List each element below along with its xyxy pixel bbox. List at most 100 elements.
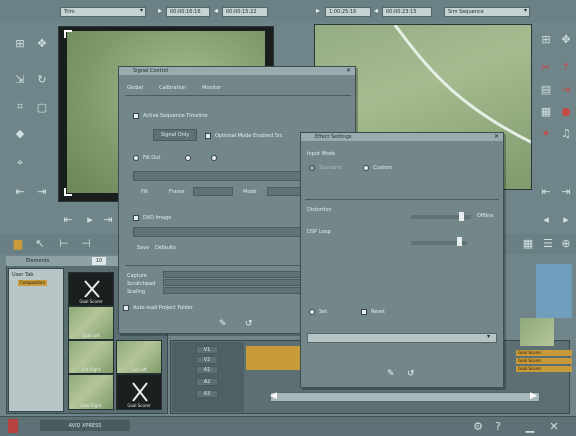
tree-item-user-tab[interactable]: User Tab [12, 272, 33, 278]
frame-field[interactable] [193, 187, 233, 196]
optional-mode-checkbox[interactable] [205, 133, 211, 139]
set-radio-row[interactable]: Set [309, 309, 327, 315]
right-out-icon[interactable]: ◂ [374, 6, 378, 15]
step-forward-icon[interactable]: ⇥ [34, 184, 50, 198]
overwrite-icon[interactable]: ▤ [538, 82, 554, 96]
reset-checkbox[interactable] [361, 309, 367, 315]
edit-icon[interactable]: ✎ [387, 369, 395, 379]
right-out-timecode[interactable]: 00:00:23:15 [382, 7, 432, 17]
dvd-image-row[interactable]: DVD Image [133, 215, 171, 221]
jog-back-icon[interactable]: ⇤ [60, 212, 76, 226]
fill-out-row[interactable]: Fill Out [133, 155, 160, 161]
bin-thumbnail[interactable]: Cut Right [68, 340, 114, 374]
timeline-clip-label[interactable]: Goal Scorer [516, 366, 572, 372]
settings-icon[interactable]: ⚙ [470, 419, 486, 433]
scissors-icon[interactable]: ✂ [538, 60, 554, 74]
right-in-icon[interactable]: ▸ [316, 6, 320, 15]
monitor-corner-handle-icon[interactable] [64, 188, 72, 196]
effect-select[interactable] [307, 333, 497, 343]
track-a3[interactable]: A3 [196, 390, 218, 398]
right-in-timecode[interactable]: 1:00:25:16 [325, 7, 371, 17]
bin-thumbnail[interactable]: Goal Right [68, 374, 114, 410]
folder-icon[interactable]: ▆ [10, 236, 26, 250]
mode-select[interactable]: Trim [60, 7, 146, 17]
auto-load-row[interactable]: Auto-load Project Folder [123, 305, 193, 311]
signal-only-button[interactable]: Signal Only [153, 129, 197, 141]
grid-view-icon[interactable]: ▦ [520, 236, 536, 250]
custom-radio[interactable] [363, 165, 369, 171]
scroll-right-icon[interactable]: ▶ [530, 391, 537, 401]
timeline-clip-label[interactable]: Goal Scorer [516, 350, 572, 356]
track-v1[interactable]: V1 [196, 346, 218, 354]
mark-out-icon[interactable]: ◂ [214, 6, 218, 15]
jog-forward-icon[interactable]: ⇥ [100, 212, 116, 226]
step-forward-icon[interactable]: ⇥ [558, 184, 574, 198]
timeline-thumb-clip[interactable] [520, 318, 554, 346]
timeline-clip[interactable] [246, 346, 302, 370]
pan-icon[interactable]: ✥ [558, 32, 574, 46]
distortion-slider-handle[interactable] [459, 212, 464, 221]
mark-icon[interactable]: ⌖ [12, 156, 28, 170]
keyframe-icon[interactable]: ◆ [12, 126, 28, 140]
rotate-icon[interactable]: ↻ [34, 72, 50, 86]
mark-in-timecode[interactable]: 00:00:16:16 [166, 7, 210, 17]
undo-icon[interactable]: ↺ [245, 319, 253, 329]
scroll-left-icon[interactable]: ◀ [270, 391, 277, 401]
app-name-button[interactable]: AVID XPRESS [40, 420, 130, 431]
standard-radio[interactable] [309, 165, 315, 171]
pointer-icon[interactable]: ↖ [32, 236, 48, 250]
minimize-icon[interactable]: ▁ [522, 419, 538, 433]
tc-left-icon[interactable]: ⊣ [78, 236, 94, 250]
custom-radio-row[interactable]: Custom [363, 165, 392, 171]
option-radio[interactable] [211, 155, 217, 161]
tab-monitor[interactable]: Monitor [202, 85, 221, 91]
splice-icon[interactable]: ⇥ [558, 82, 574, 96]
track-v2[interactable]: V2 [196, 356, 218, 364]
timeline-clip-blue[interactable] [536, 264, 572, 318]
timeline-clip-label[interactable]: Goal Scorer [516, 358, 572, 364]
audio-icon[interactable]: ♫ [558, 126, 574, 140]
grid-icon[interactable]: ⊞ [538, 32, 554, 46]
option-radio[interactable] [185, 155, 191, 161]
trim-icon[interactable]: ⊢ [56, 236, 72, 250]
undo-icon[interactable]: ↺ [407, 369, 415, 379]
tab-calibration[interactable]: Calibration [159, 85, 186, 91]
bin-thumbnail[interactable]: Goal Scorer [68, 272, 114, 306]
dialog-close-icon[interactable]: ✕ [346, 67, 351, 74]
close-icon[interactable]: ✕ [546, 419, 562, 433]
sequence-menu[interactable]: Sim Sequence [444, 7, 530, 17]
dialog-close-icon[interactable]: ✕ [494, 133, 499, 140]
dsp-loop-slider-handle[interactable] [457, 237, 462, 246]
bin-thumbnail[interactable]: Goal Left [68, 306, 114, 340]
tab-global[interactable]: Global [127, 85, 143, 91]
match-frame-icon[interactable]: ▦ [538, 104, 554, 118]
help-icon[interactable]: ? [490, 419, 506, 433]
fill-out-radio[interactable] [133, 155, 139, 161]
mark-in-icon[interactable]: ▸ [158, 6, 162, 15]
tree-item-composition[interactable]: Composition [18, 280, 47, 286]
monitor-corner-handle-icon[interactable] [64, 30, 72, 38]
standard-radio-row[interactable]: Standard [309, 165, 342, 171]
effect-icon[interactable]: ✦ [538, 126, 554, 140]
edit-icon[interactable]: ✎ [219, 319, 227, 329]
list-view-icon[interactable]: ☰ [540, 236, 556, 250]
step-back-icon[interactable]: ⇤ [538, 184, 554, 198]
step-back-icon[interactable]: ⇤ [12, 184, 28, 198]
dvd-image-checkbox[interactable] [133, 215, 139, 221]
auto-load-checkbox[interactable] [123, 305, 129, 311]
timeline-scrollbar[interactable] [270, 392, 540, 402]
play-icon[interactable]: ▸ [82, 212, 98, 226]
crop-icon[interactable]: ⌗ [12, 100, 28, 114]
active-sequence-checkbox[interactable] [133, 113, 139, 119]
track-a2[interactable]: A2 [196, 378, 218, 386]
record-icon[interactable]: ● [558, 104, 574, 118]
set-radio[interactable] [309, 309, 315, 315]
border-icon[interactable]: ▢ [34, 100, 50, 114]
pan-icon[interactable]: ✥ [34, 36, 50, 50]
active-sequence-row[interactable]: Active Sequence Timeline [133, 113, 208, 119]
reset-radio-row[interactable]: Reset [361, 309, 385, 315]
bin-thumbnail[interactable]: Goal Scorer [116, 374, 162, 410]
bin-thumbnail[interactable]: Cut Left [116, 340, 162, 374]
grid-icon[interactable]: ⊞ [12, 36, 28, 50]
zoom-icon[interactable]: ⊕ [558, 236, 574, 250]
